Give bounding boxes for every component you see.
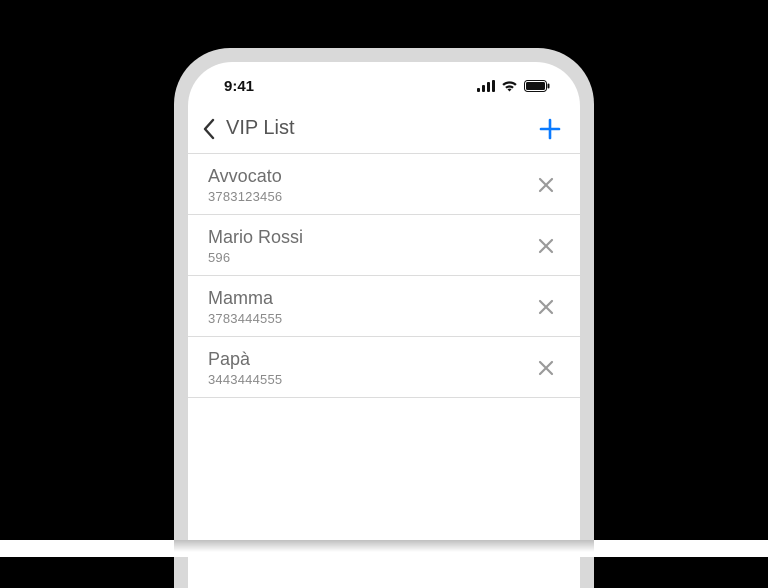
list-item[interactable]: Mamma 3783444555 bbox=[188, 276, 580, 337]
remove-button[interactable] bbox=[532, 171, 560, 199]
navigation-bar: VIP List bbox=[188, 104, 580, 154]
battery-icon bbox=[524, 80, 550, 92]
close-icon bbox=[538, 360, 554, 376]
back-chevron-icon[interactable] bbox=[202, 118, 216, 140]
contact-name: Avvocato bbox=[208, 166, 282, 187]
close-icon bbox=[538, 238, 554, 254]
phone-bezel: 9:41 bbox=[174, 48, 594, 588]
phone-screen: 9:41 bbox=[188, 62, 580, 588]
contact-name: Mario Rossi bbox=[208, 227, 303, 248]
vip-list: Avvocato 3783123456 Mario Rossi 596 bbox=[188, 154, 580, 588]
list-item[interactable]: Papà 3443444555 bbox=[188, 337, 580, 398]
status-bar: 9:41 bbox=[188, 68, 580, 104]
close-icon bbox=[538, 177, 554, 193]
contact-number: 3783444555 bbox=[208, 311, 282, 326]
list-item[interactable]: Avvocato 3783123456 bbox=[188, 154, 580, 215]
add-button[interactable] bbox=[538, 117, 562, 141]
remove-button[interactable] bbox=[532, 293, 560, 321]
close-icon bbox=[538, 299, 554, 315]
contact-name: Mamma bbox=[208, 288, 282, 309]
contact-number: 3783123456 bbox=[208, 189, 282, 204]
page-title: VIP List bbox=[226, 117, 295, 140]
list-item[interactable]: Mario Rossi 596 bbox=[188, 215, 580, 276]
status-icons bbox=[477, 80, 556, 92]
contact-number: 3443444555 bbox=[208, 372, 282, 387]
status-time: 9:41 bbox=[212, 78, 254, 95]
contact-number: 596 bbox=[208, 250, 303, 265]
contact-name: Papà bbox=[208, 349, 282, 370]
remove-button[interactable] bbox=[532, 232, 560, 260]
remove-button[interactable] bbox=[532, 354, 560, 382]
wifi-icon bbox=[501, 80, 518, 92]
cellular-icon bbox=[477, 80, 495, 92]
